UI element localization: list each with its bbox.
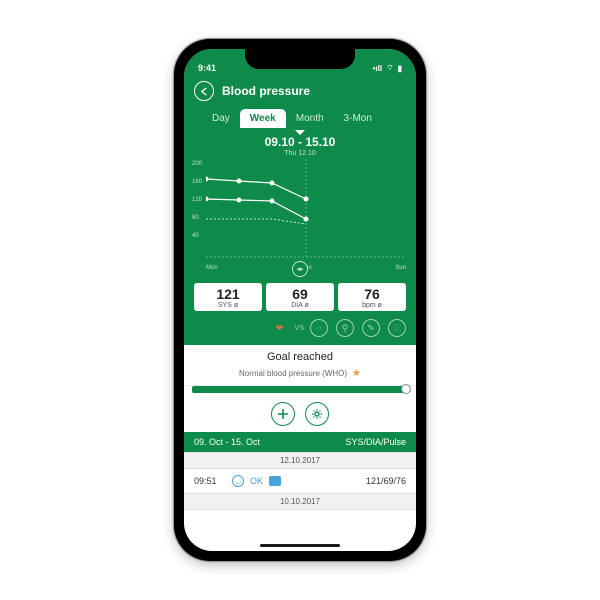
home-indicator[interactable] [260, 544, 340, 547]
chart-scrub-handle[interactable]: ◂▸ [292, 261, 308, 277]
note-icon [269, 476, 281, 486]
row-mood: OK [250, 476, 263, 486]
goal-title: Goal reached [184, 351, 416, 363]
goal-banner: Goal reached Normal blood pressure (WHO)… [184, 345, 416, 386]
row-time: 09:51 [194, 476, 226, 486]
chart-svg: ★ ★ [206, 159, 406, 259]
heart-outline-icon[interactable]: ♡ [388, 319, 406, 337]
tab-week[interactable]: Week [240, 109, 286, 128]
pen-icon[interactable]: ✎ [362, 319, 380, 337]
status-time: 9:41 [198, 63, 216, 73]
lock-icon[interactable]: ⚲ [336, 319, 354, 337]
add-button[interactable] [271, 402, 295, 426]
signal-icon: •ıll [373, 64, 382, 73]
back-button[interactable] [194, 81, 214, 101]
battery-icon: ▮ [398, 64, 402, 73]
tab-3month[interactable]: 3-Mon [334, 109, 382, 128]
star-icon: ★ [352, 368, 361, 379]
app-header: Blood pressure [184, 75, 416, 105]
list-row[interactable]: 09:51 ◡ OK 121/69/76 [184, 469, 416, 493]
goal-subtitle: Normal blood pressure (WHO) [239, 369, 347, 378]
date-range-sub: Thu 12.10 [184, 150, 416, 157]
chart-y-axis: 200 160 120 80 40 [192, 161, 202, 239]
date-range-label: 09.10 - 15.10 [184, 135, 416, 149]
bp-chart[interactable]: 200 160 120 80 40 ★ ★ [184, 157, 416, 275]
page-title: Blood pressure [222, 84, 310, 98]
vs-label: VS [295, 325, 304, 332]
settings-button[interactable] [305, 402, 329, 426]
mood-icon: ◡ [232, 475, 244, 487]
metric-bpm[interactable]: 76 bpm ø [338, 283, 406, 311]
tab-month[interactable]: Month [286, 109, 334, 128]
drop-icon[interactable]: ◌ [310, 319, 328, 337]
action-row [184, 396, 416, 432]
list-date-divider: 12.10.2017 [184, 452, 416, 469]
list-date-divider: 10.10.2017 [184, 493, 416, 510]
range-tabs: Day Week Month 3-Mon [184, 105, 416, 128]
metric-sys[interactable]: 121 SYS ø [194, 283, 262, 311]
heart-pulse-icon[interactable]: ❤ [271, 319, 289, 337]
wifi-icon: ⌔ [386, 63, 394, 73]
chart-toggle-row: ❤ VS ◌ ⚲ ✎ ♡ [184, 315, 416, 345]
list-header: 09. Oct - 15. Oct SYS/DIA/Pulse [184, 432, 416, 452]
goal-slider[interactable] [184, 386, 416, 396]
status-icons: •ıll ⌔ ▮ [373, 63, 402, 73]
metric-dia[interactable]: 69 DIA ø [266, 283, 334, 311]
metrics-row: 121 SYS ø 69 DIA ø 76 bpm ø [184, 275, 416, 315]
list-header-date: 09. Oct - 15. Oct [194, 437, 260, 447]
row-values: 121/69/76 [366, 476, 406, 486]
date-range: 09.10 - 15.10 Thu 12.10 [184, 128, 416, 157]
slider-thumb[interactable] [401, 384, 411, 394]
list-header-cols: SYS/DIA/Pulse [345, 437, 406, 447]
tab-day[interactable]: Day [202, 109, 240, 128]
